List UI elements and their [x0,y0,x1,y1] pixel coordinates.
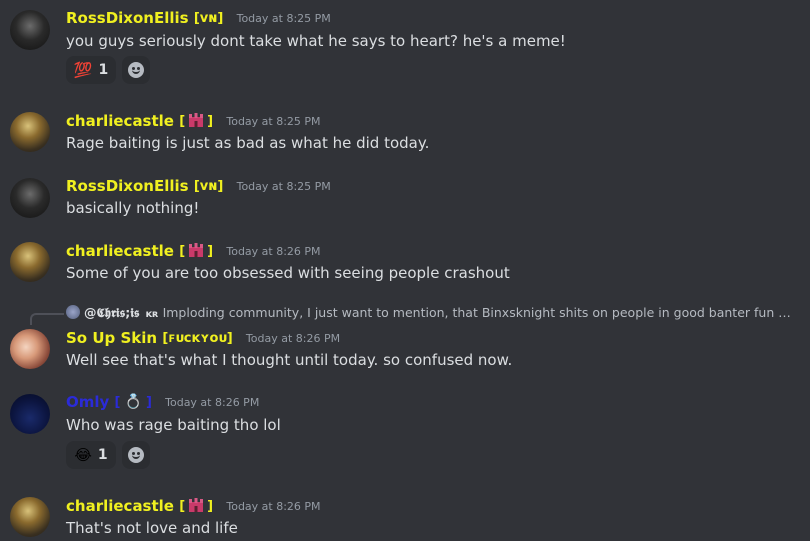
author-name[interactable]: RossDixonEllis [66,9,189,27]
author-name[interactable]: charliecastle [66,242,174,260]
role-tag: [ᴠɴ] [193,179,224,194]
author-name[interactable]: So Up Skin [66,329,157,347]
author-name[interactable]: RossDixonEllis [66,177,189,195]
timestamp: Today at 8:26 PM [245,332,341,345]
smiley-add-icon [128,447,144,463]
tag-bracket: [ [179,499,186,514]
avatar[interactable] [10,497,50,537]
author-name[interactable]: Omly [66,393,109,411]
ring-icon: 💍 [124,394,142,410]
timestamp: Today at 8:25 PM [226,115,321,128]
message-text: Who was rage baiting tho lol [66,416,281,434]
timestamp: Today at 8:25 PM [236,180,331,193]
avatar[interactable] [10,329,50,369]
tag-bracket: ] [207,114,214,129]
tag-bracket: [ [179,114,186,129]
reaction-laughing[interactable]: 😂 1 [66,441,116,469]
timestamp: Today at 8:25 PM [236,12,331,25]
avatar[interactable] [10,242,50,282]
message-text: Some of you are too obsessed with seeing… [66,264,510,282]
reaction-hundred[interactable]: 💯 1 [66,56,116,84]
avatar[interactable] [10,178,50,218]
tag-bracket: [ [114,395,121,410]
castle-icon [189,243,204,257]
reaction-count: 1 [97,447,108,463]
reply-author: @𝕮𝖍𝖗𝖎𝖘;𝖎𝖘 [84,305,140,320]
smiley-add-icon [128,62,144,78]
author-name[interactable]: charliecastle [66,497,174,515]
avatar[interactable] [10,10,50,50]
avatar[interactable] [10,112,50,152]
message-text: Rage baiting is just as bad as what he d… [66,134,430,152]
role-tag: [ꜰᴜᴄᴋʏᴏᴜ] [162,331,233,346]
castle-icon [189,113,204,127]
author-name[interactable]: charliecastle [66,112,174,130]
role-tag: [ᴠɴ] [193,11,224,26]
message-text: basically nothing! [66,199,200,217]
message-text: Well see that's what I thought until tod… [66,351,513,369]
tag-bracket: ] [207,499,214,514]
laughing-emoji-icon: 😂 [74,446,92,464]
reply-role-tag: ᴋʀ [145,309,159,320]
avatar[interactable] [10,394,50,434]
reaction-count: 1 [98,62,109,78]
hundred-emoji-icon: 💯 [73,61,93,79]
tag-bracket: [ [179,244,186,259]
message-text: you guys seriously dont take what he say… [66,32,566,50]
reply-avatar [66,305,80,319]
add-reaction-button[interactable] [122,56,150,84]
reply-text: Imploding community, I just want to ment… [162,305,796,320]
tag-bracket: ] [207,244,214,259]
add-reaction-button[interactable] [122,441,150,469]
reply-preview[interactable]: @𝕮𝖍𝖗𝖎𝖘;𝖎𝖘 ᴋʀ Imploding community, I just … [66,305,796,321]
tag-bracket: ] [145,395,152,410]
message-text: That's not love and life [66,519,238,537]
reply-connector [30,313,64,325]
castle-icon [189,498,204,512]
timestamp: Today at 8:26 PM [226,245,321,258]
timestamp: Today at 8:26 PM [226,500,321,513]
timestamp: Today at 8:26 PM [165,396,260,409]
